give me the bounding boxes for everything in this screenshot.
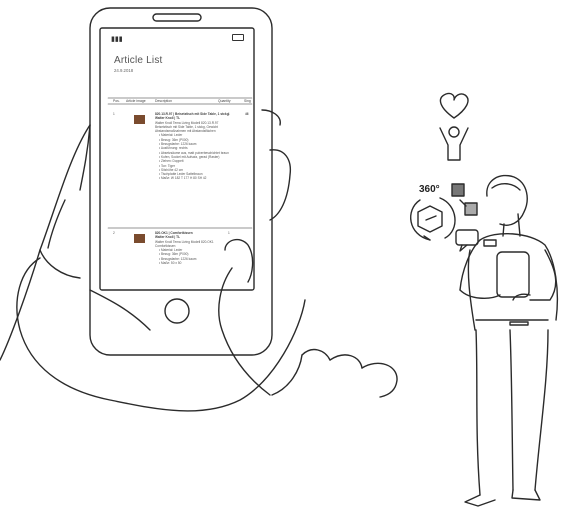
list-item: Maße: 50 x 50 bbox=[159, 261, 233, 265]
illustration bbox=[0, 7, 559, 507]
signal-icon: ▮▮▮ bbox=[111, 36, 123, 43]
article-thumbnail bbox=[134, 234, 145, 243]
badge-360: 360° bbox=[419, 184, 440, 195]
row-body: Walter Knoll Tema Living Modell 820.13.R… bbox=[155, 120, 219, 134]
person-raising-arms-icon bbox=[439, 126, 469, 161]
row-body: Walter Knoll Tema Living Modell 820.OK1 … bbox=[155, 239, 214, 248]
heart-icon bbox=[439, 92, 469, 119]
row-quantity: 1 bbox=[228, 231, 230, 235]
col-quantity: Quantity bbox=[218, 99, 231, 103]
row-extra: 46 bbox=[245, 112, 249, 116]
row-pos: 1 bbox=[113, 112, 115, 116]
armchair-icon bbox=[417, 205, 443, 233]
page-date: 24.9.2018 bbox=[114, 68, 134, 73]
material-swatch-icon bbox=[451, 183, 478, 216]
col-extra: Sing bbox=[244, 99, 251, 103]
col-image: Article image bbox=[126, 99, 146, 103]
phone-screen[interactable]: Article List 24.9.2018 Pos. Article imag… bbox=[108, 45, 252, 285]
home-button bbox=[164, 298, 190, 324]
row-description: 820.13.R.97 | Beisetztisch mit Side Tabl… bbox=[155, 112, 233, 181]
page-title: Article List bbox=[114, 55, 163, 66]
speech-bubble-icon bbox=[455, 229, 497, 252]
row-description: 820.OK1 | Comfortkissen Walter Knoll | T… bbox=[155, 231, 233, 265]
col-pos: Pos. bbox=[113, 99, 120, 103]
battery-icon bbox=[232, 34, 244, 41]
row-quantity: 1 bbox=[228, 112, 230, 116]
row-pos: 2 bbox=[113, 231, 115, 235]
standing-man bbox=[459, 174, 559, 507]
list-item: Maße: W 182 T 177 H 80 SH 42 bbox=[159, 176, 233, 180]
col-description: Description bbox=[155, 99, 172, 103]
article-thumbnail bbox=[134, 115, 145, 124]
